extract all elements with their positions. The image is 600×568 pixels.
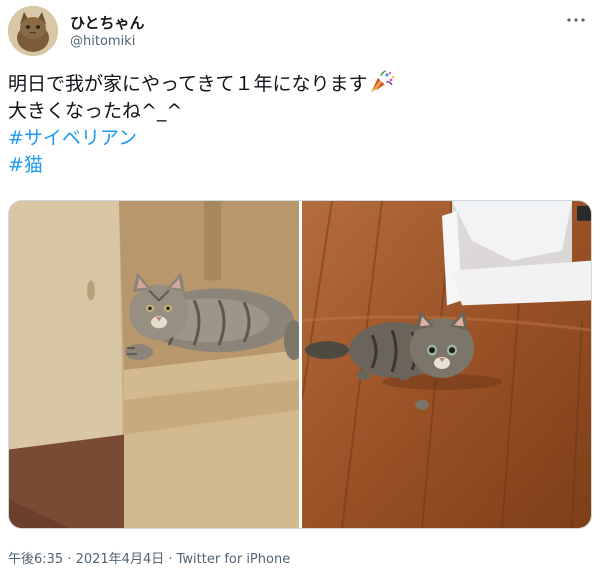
display-name[interactable]: ひとちゃん [70, 12, 145, 33]
tweet-line-1: 明日で我が家にやってきて１年になります [8, 70, 592, 98]
hashtag-cat[interactable]: #猫 [8, 152, 592, 179]
tweet-media [8, 200, 592, 529]
adult-cat-in-box-photo[interactable] [9, 201, 299, 528]
more-options-button[interactable] [564, 10, 588, 30]
tweet-timestamp[interactable]: 午後6:35 · 2021年4月4日 · Twitter for iPhone [8, 548, 290, 567]
tweet-header: ひとちゃん @hitomiki [8, 6, 592, 58]
adult-cat-in-box-image [9, 201, 299, 528]
tweet-text: 明日で我が家にやってきて１年になります 大きくなったね^_^ #サイベリアン #… [8, 70, 592, 179]
tweet-line-2: 大きくなったね^_^ [8, 100, 183, 122]
kitten-on-floor-photo[interactable] [302, 201, 591, 528]
kitten-on-floor-image [302, 201, 591, 528]
hashtag-siberian[interactable]: #サイベリアン [8, 125, 592, 152]
avatar[interactable] [8, 6, 58, 56]
party-popper-icon [371, 70, 395, 92]
tweet-line-1-text: 明日で我が家にやってきて１年になります [8, 73, 368, 95]
user-handle[interactable]: @hitomiki [70, 34, 135, 49]
more-options-icon [567, 18, 585, 22]
cat-avatar-icon [8, 6, 58, 56]
